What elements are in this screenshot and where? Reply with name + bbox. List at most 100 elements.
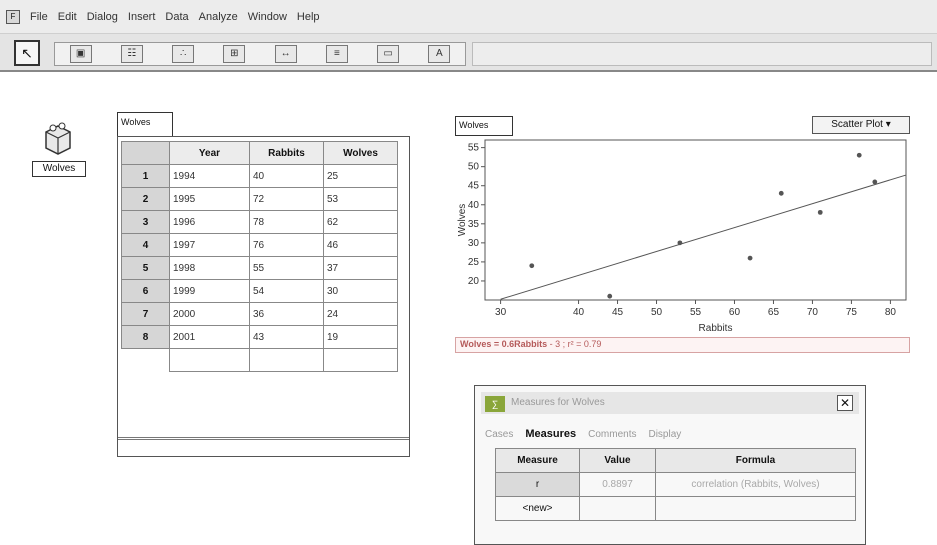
cell-year[interactable]: 1999 — [169, 279, 250, 303]
measures-window: ∑ Measures for Wolves ✕ Cases Measures C… — [474, 385, 866, 545]
measure-formula[interactable]: correlation (Rabbits, Wolves) — [655, 472, 856, 497]
case-table-window: Wolves Year Rabbits Wolves 1 1994 40 2 5 … — [117, 112, 410, 457]
collection-name[interactable]: Wolves — [32, 161, 86, 177]
measure-name[interactable]: r — [495, 472, 580, 497]
graph-tab[interactable]: Wolves — [455, 116, 513, 136]
corner-cell — [121, 141, 170, 165]
table-row[interactable]: 8 2001 43 19 — [121, 325, 398, 349]
data-point — [872, 179, 878, 185]
calculator-tool-icon[interactable]: ≡ — [325, 45, 348, 63]
x-tick-label: 55 — [690, 307, 702, 318]
cell-wolves[interactable]: 19 — [323, 325, 398, 349]
measure-row[interactable]: r 0.8897 correlation (Rabbits, Wolves) — [495, 472, 856, 497]
slider-tool-icon[interactable]: ↔ — [274, 45, 297, 63]
menu-data[interactable]: Data — [165, 11, 188, 23]
table-row[interactable]: 4 1997 76 46 — [121, 233, 398, 257]
scatter-plot[interactable]: 30 40 45 50 55 60 65 70 75 80 20 25 30 35 40 45 50 55 Rabb… — [455, 136, 910, 334]
menu-analyze[interactable]: Analyze — [199, 11, 238, 23]
row-index: 4 — [121, 233, 170, 257]
table-row[interactable]: 6 1999 54 30 — [121, 279, 398, 303]
x-axis-label: Rabbits — [699, 323, 733, 334]
menu-help[interactable]: Help — [297, 11, 320, 23]
cell-year[interactable]: 2000 — [169, 302, 250, 326]
menu-insert[interactable]: Insert — [128, 11, 156, 23]
tab-measures[interactable]: Measures — [521, 428, 580, 440]
row-index: 5 — [121, 256, 170, 280]
column-header-wolves[interactable]: Wolves — [323, 141, 398, 165]
cell-rabbits[interactable]: 76 — [249, 233, 324, 257]
cell-empty[interactable] — [169, 348, 250, 372]
cell-rabbits[interactable]: 78 — [249, 210, 324, 234]
cell-year[interactable]: 1997 — [169, 233, 250, 257]
table-row-empty[interactable] — [121, 348, 398, 372]
column-header-rabbits[interactable]: Rabbits — [249, 141, 324, 165]
column-header-year[interactable]: Year — [169, 141, 250, 165]
menu-edit[interactable]: Edit — [58, 11, 77, 23]
cell-empty[interactable] — [323, 348, 398, 372]
graph-tool-icon[interactable]: ∴ — [172, 45, 195, 63]
calculator-app-icon: ∑ — [485, 396, 505, 412]
cell-rabbits[interactable]: 40 — [249, 164, 324, 188]
menu-file[interactable]: File — [30, 11, 48, 23]
tab-comments[interactable]: Comments — [584, 429, 640, 440]
cell-rabbits[interactable]: 72 — [249, 187, 324, 211]
table-row[interactable]: 7 2000 36 24 — [121, 302, 398, 326]
tab-display[interactable]: Display — [644, 429, 685, 440]
arrow-tool-icon[interactable]: ↖ — [14, 40, 40, 66]
summary-table-tool-icon[interactable]: ⊞ — [223, 45, 246, 63]
function-tool-icon[interactable]: A — [428, 45, 451, 63]
cell-rabbits[interactable]: 43 — [249, 325, 324, 349]
data-point — [747, 255, 753, 261]
menu-dialog[interactable]: Dialog — [87, 11, 118, 23]
row-index: 1 — [121, 164, 170, 188]
column-header-formula[interactable]: Formula — [655, 448, 856, 473]
cell-wolves[interactable]: 62 — [323, 210, 398, 234]
cell-year[interactable]: 1998 — [169, 256, 250, 280]
x-tick-label: 50 — [651, 307, 663, 318]
y-tick-label: 35 — [468, 219, 480, 230]
cell-year[interactable]: 2001 — [169, 325, 250, 349]
cell-year[interactable]: 1996 — [169, 210, 250, 234]
table-row[interactable]: 2 1995 72 53 — [121, 187, 398, 211]
column-header-value[interactable]: Value — [579, 448, 656, 473]
y-tick-label: 30 — [468, 238, 480, 249]
row-index-empty — [121, 348, 170, 372]
x-tick-label: 70 — [807, 307, 819, 318]
table-row[interactable]: 1 1994 40 25 — [121, 164, 398, 188]
cell-wolves[interactable]: 53 — [323, 187, 398, 211]
tab-cases[interactable]: Cases — [481, 429, 517, 440]
measure-formula-empty[interactable] — [655, 496, 856, 521]
cell-rabbits[interactable]: 54 — [249, 279, 324, 303]
data-point — [607, 293, 613, 299]
graph-type-dropdown[interactable]: Scatter Plot ▾ — [812, 116, 910, 134]
lsrl-title: Wolves = 0.6Rabbits — [460, 339, 548, 349]
x-tick-label: 65 — [768, 307, 780, 318]
cell-wolves[interactable]: 25 — [323, 164, 398, 188]
case-table-tab[interactable]: Wolves — [117, 112, 173, 136]
case-table-tool-icon[interactable]: ☷ — [120, 45, 143, 63]
cell-rabbits[interactable]: 36 — [249, 302, 324, 326]
close-icon[interactable]: ✕ — [837, 395, 853, 411]
table-row[interactable]: 5 1998 55 37 — [121, 256, 398, 280]
cell-year[interactable]: 1994 — [169, 164, 250, 188]
cell-wolves[interactable]: 30 — [323, 279, 398, 303]
cell-wolves[interactable]: 46 — [323, 233, 398, 257]
cell-wolves[interactable]: 24 — [323, 302, 398, 326]
cell-empty[interactable] — [249, 348, 324, 372]
menu-window[interactable]: Window — [248, 11, 287, 23]
measure-name-new[interactable]: <new> — [495, 496, 580, 521]
table-row[interactable]: 3 1996 78 62 — [121, 210, 398, 234]
measures-titlebar[interactable]: ∑ Measures for Wolves ✕ — [481, 392, 859, 414]
collection-box-icon[interactable] — [40, 120, 76, 156]
cell-wolves[interactable]: 37 — [323, 256, 398, 280]
cell-rabbits[interactable]: 55 — [249, 256, 324, 280]
collection-tool-icon[interactable]: ▣ — [69, 45, 92, 63]
graph-window: Wolves Scatter Plot ▾ 30 40 45 50 55 60 65 70 75… — [455, 112, 910, 357]
cell-year[interactable]: 1995 — [169, 187, 250, 211]
text-tool-icon[interactable]: ▭ — [377, 45, 400, 63]
y-tick-label: 45 — [468, 181, 480, 192]
y-tick-label: 55 — [468, 143, 480, 154]
x-tick-label: 60 — [729, 307, 741, 318]
column-header-measure[interactable]: Measure — [495, 448, 580, 473]
measure-row-new[interactable]: <new> — [495, 496, 856, 521]
